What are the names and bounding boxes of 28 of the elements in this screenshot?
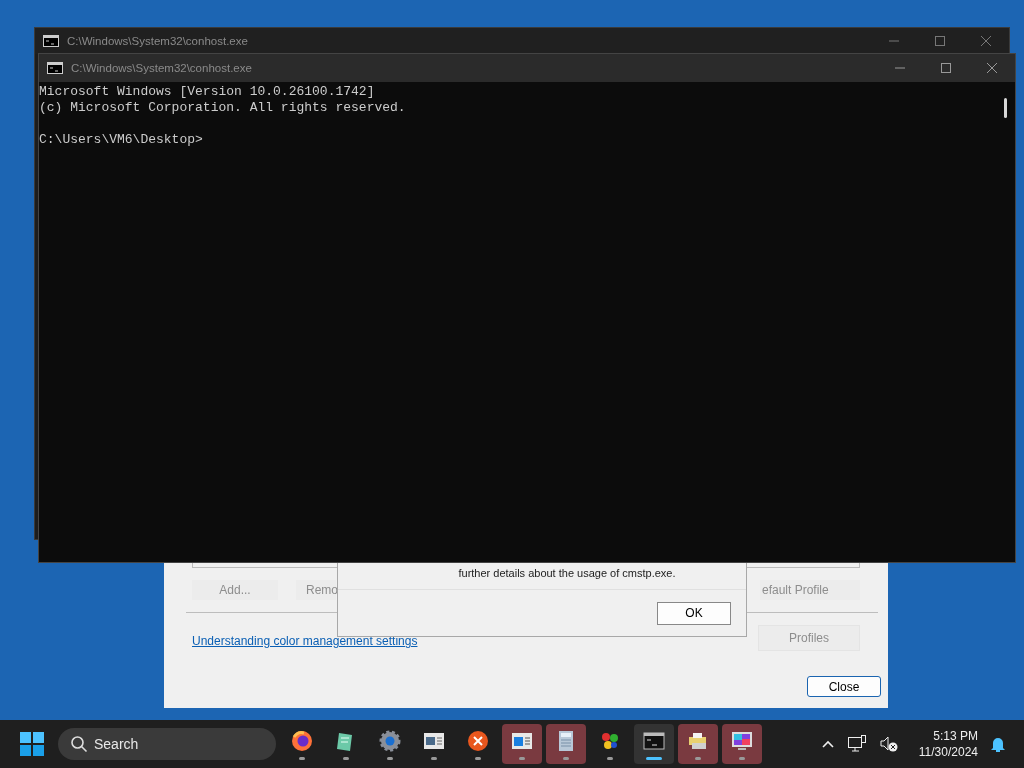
clock-date[interactable]: 11/30/2024	[918, 744, 978, 760]
start-icon[interactable]	[20, 732, 44, 756]
taskbar-button[interactable]	[634, 724, 674, 764]
console-line: Microsoft Windows [Version 10.0.26100.1742]	[39, 84, 375, 99]
chevron-up-icon[interactable]	[820, 739, 835, 749]
command-prompt: C:\Users\VM6\Desktop>	[39, 132, 203, 147]
muted-speaker-icon[interactable]	[878, 735, 899, 753]
window-title: C:\Windows\System32\conhost.exe	[67, 35, 248, 47]
taskbar-button[interactable]	[502, 724, 542, 764]
search-field[interactable]: Search	[58, 728, 276, 760]
taskbar-button[interactable]	[678, 724, 718, 764]
help-link[interactable]: Understanding color management settings	[192, 634, 418, 648]
notification-bell-icon[interactable]	[990, 735, 1006, 753]
gear-icon	[378, 728, 402, 753]
scrollbar-thumb[interactable]	[1004, 98, 1007, 118]
x-circle-icon	[466, 728, 490, 753]
console-icon	[43, 35, 59, 47]
close-button[interactable]: Close	[807, 676, 881, 697]
taskbar-button[interactable]	[546, 724, 586, 764]
console-line: (c) Microsoft Corporation. All rights reserved.	[39, 100, 406, 115]
fox-globe-icon	[290, 728, 314, 753]
network-icon[interactable]	[846, 735, 867, 753]
message-text: further details about the usage of cmstp.exe.	[458, 567, 676, 579]
ok-button[interactable]: OK	[657, 601, 731, 625]
clock-time[interactable]: 5:13 PM	[933, 728, 978, 744]
window-title: C:\Windows\System32\conhost.exe	[71, 62, 252, 74]
taskbar-button[interactable]	[722, 724, 762, 764]
console-icon	[47, 62, 63, 74]
